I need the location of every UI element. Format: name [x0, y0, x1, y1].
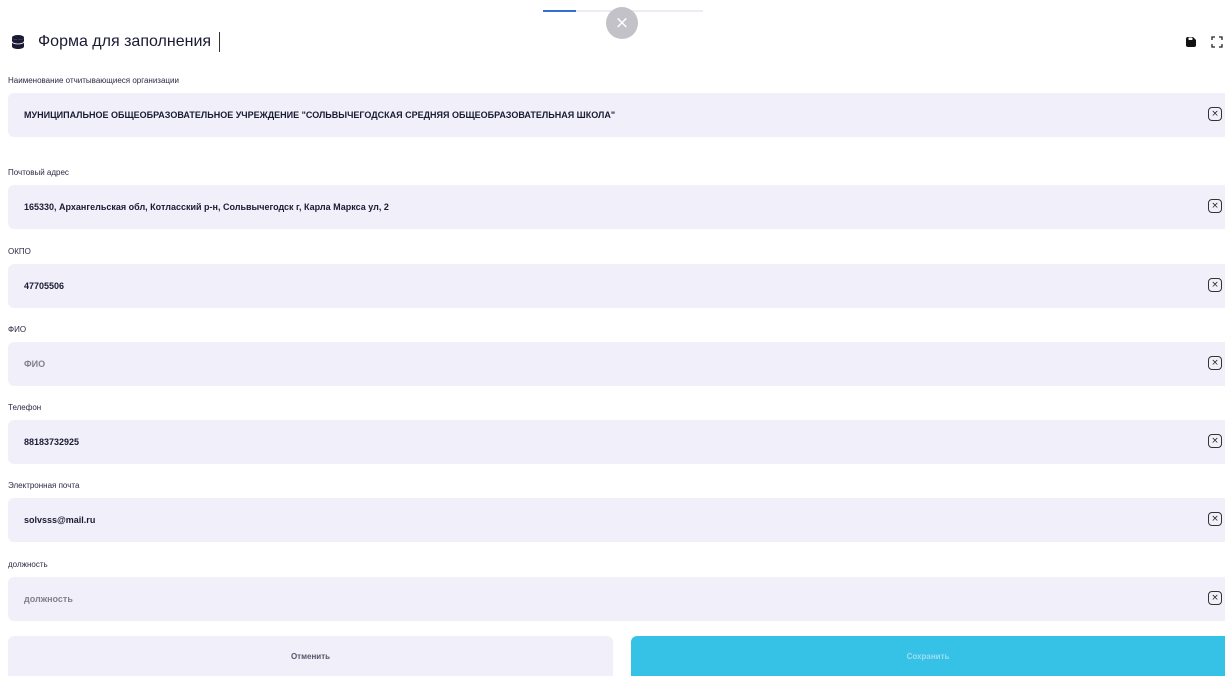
page-title: Форма для заполнения: [38, 33, 212, 50]
form-header: Форма для заполнения: [10, 30, 1225, 54]
field-box: ×: [8, 498, 1225, 542]
save-disk-icon[interactable]: [1183, 34, 1199, 50]
clear-icon[interactable]: ×: [1208, 107, 1222, 121]
field-label: должность: [8, 560, 48, 569]
field-box: ×: [8, 185, 1225, 229]
field-label: Телефон: [8, 403, 42, 412]
field-box: ×: [8, 264, 1225, 308]
field-box: ×: [8, 420, 1225, 464]
fullscreen-icon[interactable]: [1209, 34, 1225, 50]
full-name-input[interactable]: [8, 342, 1184, 386]
field-label: ОКПО: [8, 247, 31, 256]
clear-icon[interactable]: ×: [1208, 278, 1222, 292]
field-label: Наименование отчитывающиеся организации: [8, 76, 179, 85]
clear-icon[interactable]: ×: [1208, 434, 1222, 448]
save-button[interactable]: Сохранить: [631, 636, 1225, 676]
cancel-button[interactable]: Отменить: [8, 636, 613, 676]
field-label: Почтовый адрес: [8, 168, 69, 177]
field-label: Электронная почта: [8, 481, 80, 490]
phone-input[interactable]: [8, 420, 1184, 464]
field-label: ФИО: [8, 325, 27, 334]
clear-icon[interactable]: ×: [1208, 591, 1222, 605]
clear-icon[interactable]: ×: [1208, 512, 1222, 526]
progress-fill: [543, 10, 576, 12]
clear-icon[interactable]: ×: [1208, 356, 1222, 370]
field-box: ×: [8, 93, 1225, 137]
database-icon: [10, 34, 26, 50]
organization-name-input[interactable]: [8, 93, 1184, 137]
postal-address-input[interactable]: [8, 185, 1184, 229]
field-box: ×: [8, 577, 1225, 621]
clear-icon[interactable]: ×: [1208, 199, 1222, 213]
position-input[interactable]: [8, 577, 1184, 621]
field-box: ×: [8, 342, 1225, 386]
email-input[interactable]: [8, 498, 1184, 542]
title-caret: [219, 32, 221, 52]
okpo-input[interactable]: [8, 264, 1184, 308]
